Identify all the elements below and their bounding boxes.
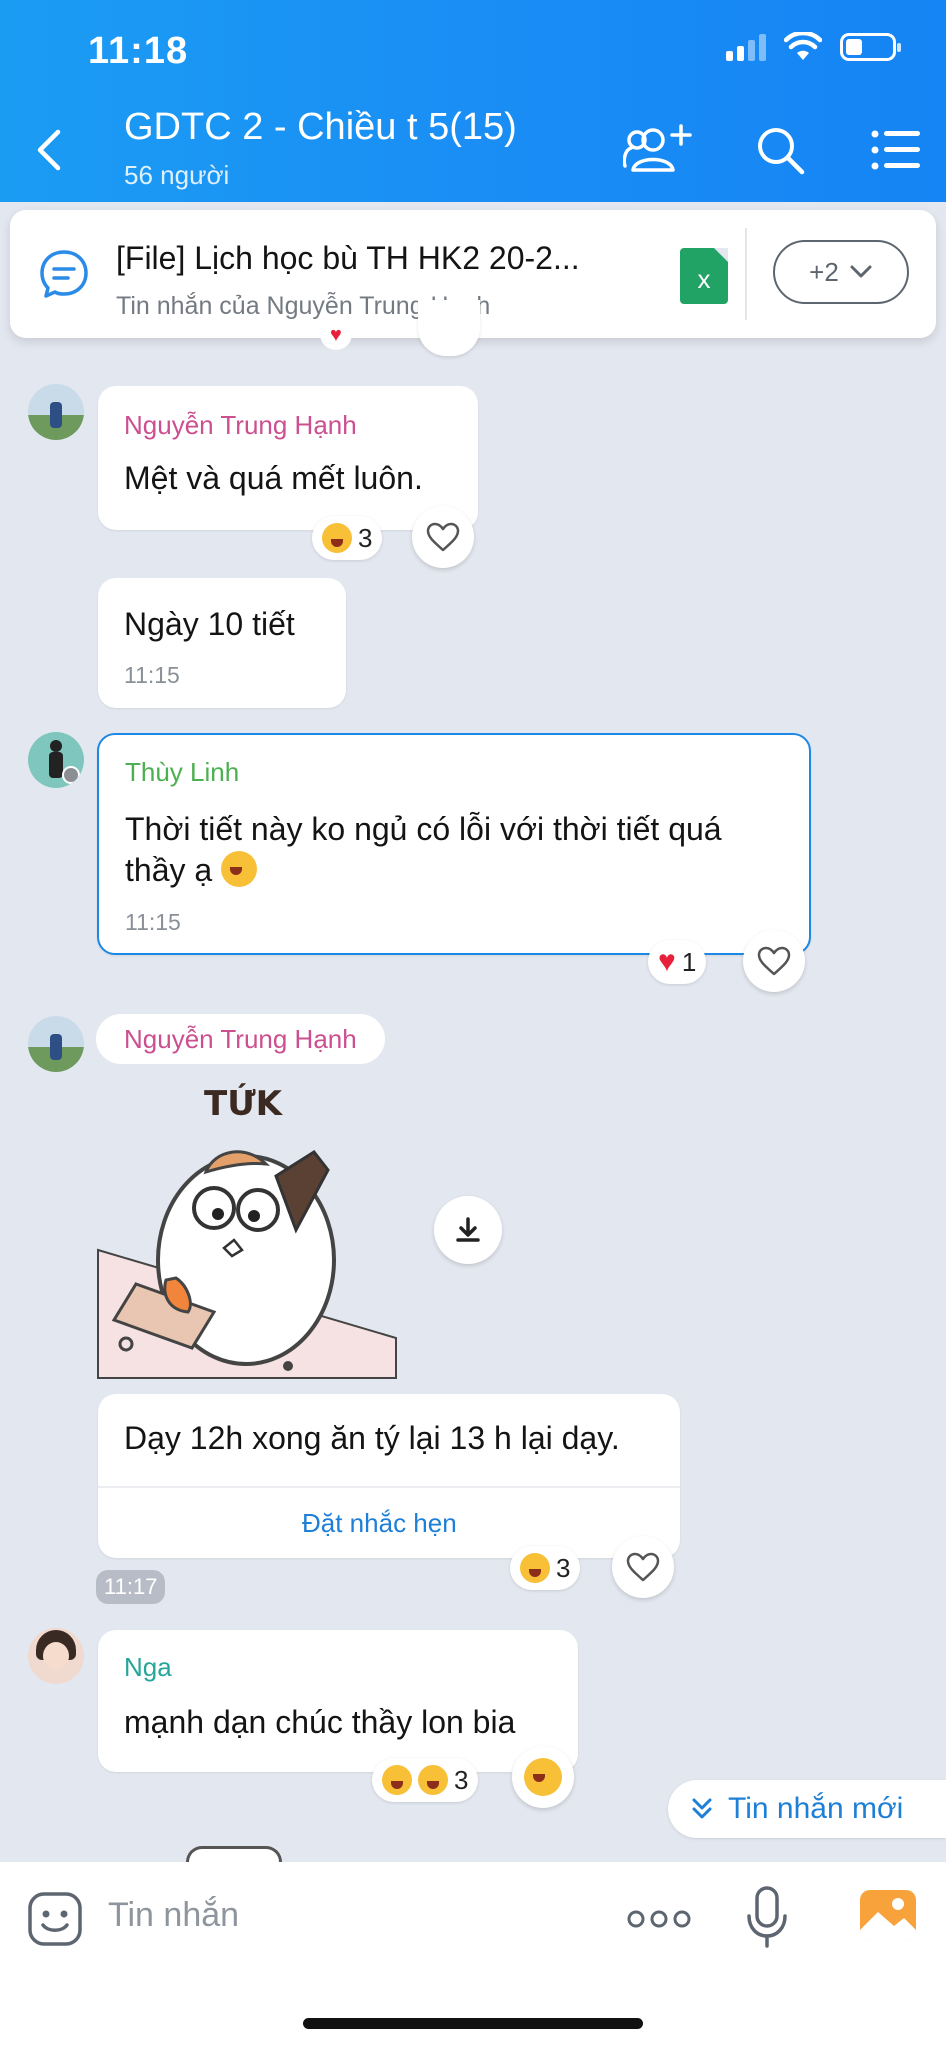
voice-button[interactable] [742, 1884, 792, 1950]
back-button[interactable] [28, 122, 72, 178]
menu-button[interactable] [860, 118, 932, 182]
message-bubble[interactable]: Ngày 10 tiết 11:15 [98, 578, 346, 708]
chat-header: 11:18 GDTC 2 - Chiều t 5(15) 56 người [0, 0, 946, 202]
emoji-sticker-icon [28, 1892, 82, 1946]
reaction-pill[interactable]: 3 [312, 516, 383, 560]
hidden-reaction-pill: ♥ [320, 320, 352, 350]
excel-letter: x [697, 264, 711, 294]
rofl-emoji-icon [221, 851, 258, 887]
cat-sticker-illustration [97, 1150, 397, 1379]
search-icon [758, 128, 805, 175]
excel-file-icon: x [680, 248, 728, 304]
list-menu-icon [871, 130, 920, 170]
more-dots-icon [627, 1910, 691, 1928]
home-indicator [303, 2018, 643, 2029]
reaction-count: 3 [556, 1552, 571, 1583]
avatar[interactable] [28, 1628, 84, 1684]
avatar[interactable] [28, 1016, 84, 1072]
set-reminder-link[interactable]: Đặt nhắc hẹn [302, 1508, 457, 1539]
add-user-icon [623, 124, 692, 172]
laughing-emoji-icon [322, 523, 352, 553]
chevron-left-icon [37, 129, 61, 171]
sender-name[interactable]: Nga [124, 1652, 172, 1683]
search-button[interactable] [744, 118, 816, 182]
image-gallery-icon [860, 1890, 916, 1940]
reaction-button-surprised[interactable] [512, 1746, 574, 1808]
message-time: 11:17 [104, 1574, 158, 1599]
message-text: Ngày 10 tiết [124, 606, 295, 642]
message-bubble[interactable]: Nga mạnh dạn chúc thầy lon bia [98, 1630, 578, 1772]
sticker-text: TỨK [204, 1084, 282, 1124]
sticker-button[interactable] [26, 1890, 84, 1948]
member-count: 56 người [124, 160, 230, 190]
new-messages-button[interactable]: Tin nhắn mới [668, 1780, 946, 1838]
reaction-count: 3 [454, 1764, 469, 1795]
reaction-pill[interactable]: 3 [510, 1546, 581, 1590]
hidden-like-button[interactable] [418, 300, 480, 356]
heart-reaction-icon: ♥ [330, 324, 342, 346]
surprised-emoji-icon [418, 1765, 448, 1795]
gallery-button[interactable] [858, 1886, 918, 1944]
sender-name[interactable]: Nguyễn Trung Hạnh [124, 410, 357, 441]
heart-outline-icon [757, 946, 791, 976]
download-icon [456, 1217, 480, 1242]
message-time-chip: 11:17 [96, 1570, 166, 1604]
avatar[interactable] [28, 732, 84, 788]
message-bubble[interactable]: Dạy 12h xong ăn tý lại 13 h lại dạy. Đặt… [98, 1394, 680, 1558]
reaction-pill[interactable]: ♥ 1 [648, 940, 707, 984]
double-chevron-down-icon [692, 1798, 712, 1819]
chat-bubble-icon [40, 250, 88, 298]
message-time: 11:15 [125, 909, 181, 935]
new-messages-label: Tin nhắn mới [728, 1792, 904, 1825]
message-input-bar: Tin nhắn [0, 1862, 946, 2048]
reaction-count: 1 [681, 946, 697, 977]
message-input[interactable]: Tin nhắn [108, 1896, 239, 1935]
next-sticker-peek [186, 1846, 282, 1862]
laughing-emoji-icon [382, 1765, 412, 1795]
heart-outline-icon [426, 522, 460, 552]
status-icons [726, 32, 901, 62]
add-member-button[interactable] [622, 118, 694, 182]
chevron-down-icon [850, 265, 872, 278]
download-sticker-button[interactable] [434, 1196, 502, 1264]
message-text-line2-content: thầy ạ [125, 852, 213, 888]
message-text-line1: Thời tiết này ko ngủ có lỗi với thời tiế… [125, 811, 722, 847]
message-text: Mệt và quá mết luôn. [124, 460, 423, 496]
like-button[interactable] [743, 930, 805, 992]
sender-name[interactable]: Thùy Linh [125, 757, 239, 788]
group-title[interactable]: GDTC 2 - Chiều t 5(15) [124, 106, 517, 149]
sender-name-chip[interactable]: Nguyễn Trung Hạnh [96, 1014, 385, 1064]
message-bubble-highlighted[interactable]: Thùy Linh Thời tiết này ko ngủ có lỗi vớ… [97, 733, 811, 955]
red-heart-icon: ♥ [658, 945, 676, 978]
heart-outline-icon [626, 1552, 660, 1582]
more-pinned-button[interactable]: +2 [773, 240, 909, 304]
status-time: 11:18 [88, 30, 189, 72]
wifi-icon [784, 32, 822, 60]
pinned-divider [745, 228, 747, 320]
more-options-button[interactable] [626, 1902, 692, 1936]
message-text: Dạy 12h xong ăn tý lại 13 h lại dạy. [124, 1420, 620, 1456]
laughing-emoji-icon [520, 1553, 550, 1583]
cellular-signal-icon [726, 33, 766, 61]
like-button[interactable] [612, 1536, 674, 1598]
microphone-icon [747, 1886, 787, 1948]
message-time: 11:15 [124, 662, 180, 688]
surprised-emoji-icon [524, 1758, 562, 1796]
pinned-title: [File] Lịch học bù TH HK2 20-2... [116, 240, 580, 276]
message-bubble[interactable]: Nguyễn Trung Hạnh Mệt và quá mết luôn. [98, 386, 478, 530]
reaction-count: 3 [358, 522, 373, 553]
battery-icon [840, 33, 901, 61]
avatar[interactable] [28, 384, 84, 440]
message-text-line2: thầy ạ [125, 851, 258, 889]
sticker-image[interactable]: TỨK [96, 1080, 398, 1380]
message-text: mạnh dạn chúc thầy lon bia [124, 1704, 516, 1740]
sender-name: Nguyễn Trung Hạnh [124, 1023, 357, 1054]
like-button[interactable] [412, 506, 474, 568]
reaction-pill[interactable]: 3 [372, 1758, 479, 1802]
bubble-divider [98, 1486, 680, 1488]
more-pinned-count: +2 [809, 256, 839, 287]
